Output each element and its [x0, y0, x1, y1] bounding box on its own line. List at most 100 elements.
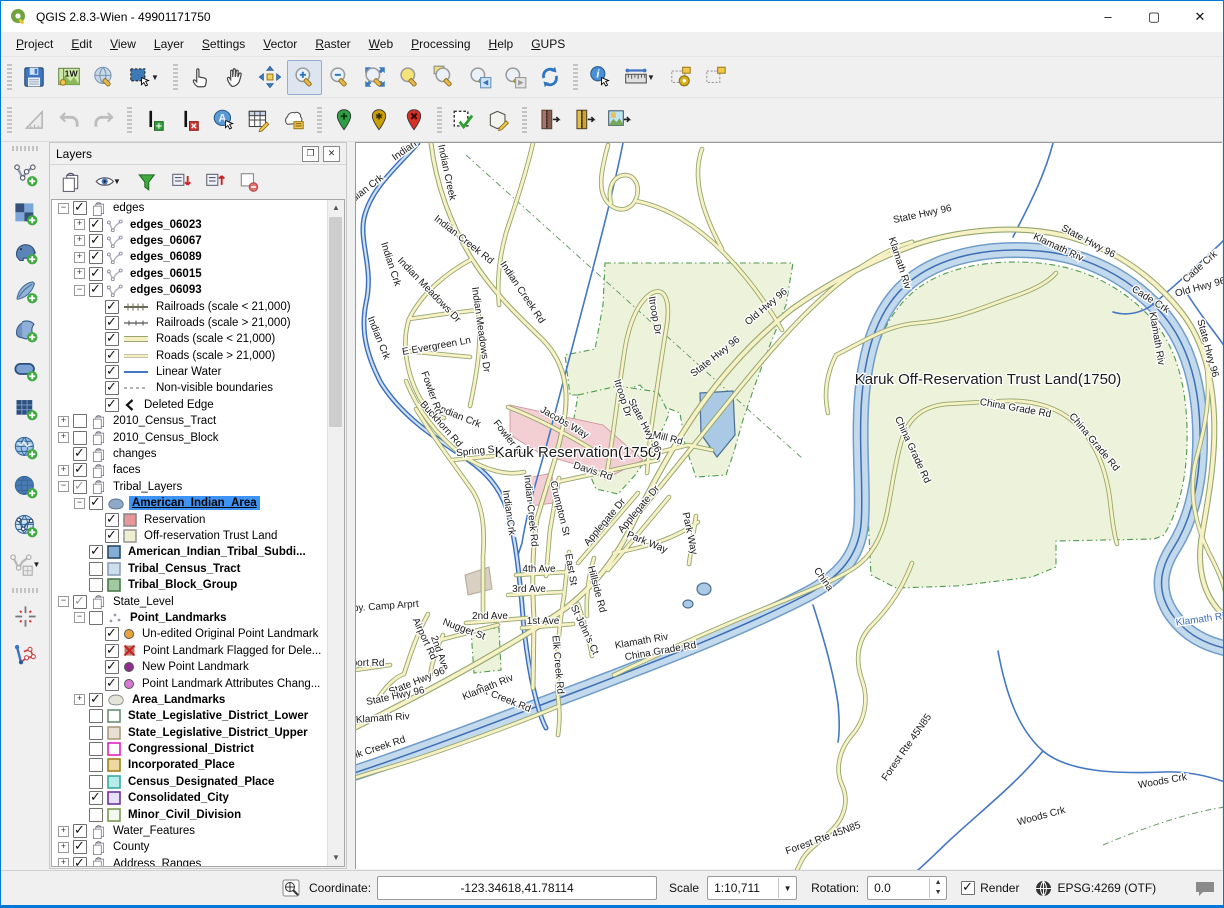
map-canvas[interactable]: IndianIndian CreekIndian CrkIndian CrkIn… [355, 142, 1222, 869]
annotation-button[interactable]: A [206, 102, 241, 137]
add-wms-layer-button[interactable] [8, 430, 43, 465]
log-messages-icon[interactable] [1194, 880, 1216, 897]
layer-row-county[interactable]: +✓County [52, 839, 328, 855]
layer-row-edges-06089[interactable]: +✓edges_06089 [52, 249, 328, 265]
panel-splitter[interactable] [347, 142, 355, 869]
redo-button[interactable] [86, 102, 121, 137]
layer-row-2010-census-tract[interactable]: +2010_Census_Tract [52, 413, 328, 429]
maptip-button[interactable] [698, 60, 733, 95]
layer-visibility-checkbox[interactable]: ✓ [105, 316, 119, 330]
add-spatialite-layer-button[interactable] [8, 274, 43, 309]
scale-combobox[interactable]: 1:10,711▼ [707, 876, 797, 900]
tree-expander-icon[interactable]: + [58, 842, 69, 853]
layer-visibility-checkbox[interactable]: ✓ [105, 300, 119, 314]
layer-row-linear-water[interactable]: ✓Linear Water [52, 364, 328, 380]
layer-row-minor-civil-division[interactable]: Minor_Civil_Division [52, 806, 328, 822]
layer-visibility-checkbox[interactable]: ✓ [73, 857, 87, 866]
collapse-all-button[interactable] [204, 171, 225, 192]
layer-row-edges-06023[interactable]: +✓edges_06023 [52, 216, 328, 232]
manage-visibility-button[interactable]: ▼ [94, 171, 123, 192]
tree-expander-icon[interactable]: − [58, 203, 69, 214]
layer-visibility-checkbox[interactable]: ✓ [89, 250, 103, 264]
tree-expander-icon[interactable]: + [58, 416, 69, 427]
layer-visibility-checkbox[interactable]: ✓ [89, 496, 103, 510]
menu-web[interactable]: Web [360, 34, 402, 54]
export-zip-button[interactable] [566, 102, 601, 137]
tree-expander-icon[interactable]: + [74, 694, 85, 705]
layer-row-deleted-edge[interactable]: ✓Deleted Edge [52, 397, 328, 413]
add-wfs-layer-button[interactable] [8, 508, 43, 543]
layer-visibility-checkbox[interactable]: ✓ [89, 283, 103, 297]
zoom-to-selection-button[interactable] [392, 60, 427, 95]
layer-row-faces[interactable]: +✓faces [52, 462, 328, 478]
layer-visibility-checkbox[interactable]: ✓ [89, 693, 103, 707]
modify-point-landmark-button[interactable] [361, 102, 396, 137]
expand-all-button[interactable] [170, 171, 191, 192]
maptip-settings-button[interactable] [663, 60, 698, 95]
layer-visibility-checkbox[interactable]: ✓ [105, 398, 119, 412]
save-button[interactable] [16, 60, 51, 95]
coordinate-input[interactable]: -123.34618,41.78114 [377, 876, 657, 900]
layer-visibility-checkbox[interactable] [89, 611, 103, 625]
layer-row-point-landmarks[interactable]: −Point_Landmarks [52, 610, 328, 626]
add-vector-layer-button[interactable] [8, 157, 43, 192]
panel-close-icon[interactable]: ✕ [323, 146, 340, 162]
tree-expander-icon[interactable]: + [74, 219, 85, 230]
undo-button[interactable] [51, 102, 86, 137]
tree-expander-icon[interactable]: + [58, 465, 69, 476]
layer-row-water-features[interactable]: +✓Water_Features [52, 823, 328, 839]
tree-expander-icon[interactable]: + [58, 826, 69, 837]
layer-visibility-checkbox[interactable]: ✓ [105, 677, 119, 691]
layer-visibility-checkbox[interactable]: ✓ [105, 349, 119, 363]
coordinate-capture-icon[interactable] [282, 879, 301, 898]
add-point-landmark-button[interactable] [326, 102, 361, 137]
layer-visibility-checkbox[interactable]: ✓ [73, 201, 87, 215]
layer-row-state-legislative-district-upper[interactable]: State_Legislative_District_Upper [52, 725, 328, 741]
zoom-out-button[interactable] [322, 60, 357, 95]
add-raster-layer-button[interactable] [8, 196, 43, 231]
layer-visibility-checkbox[interactable] [89, 758, 103, 772]
layer-visibility-checkbox[interactable]: ✓ [89, 545, 103, 559]
layer-row-tribal-layers[interactable]: −✓Tribal_Layers [52, 479, 328, 495]
menu-project[interactable]: Project [7, 34, 62, 54]
layer-visibility-checkbox[interactable] [89, 808, 103, 822]
layer-visibility-checkbox[interactable] [73, 414, 87, 428]
layer-row-address-ranges[interactable]: +✓Address_Ranges [52, 856, 328, 866]
layer-row-changes[interactable]: ✓changes [52, 446, 328, 462]
new-map-1w-button[interactable]: 1W [51, 60, 86, 95]
layer-visibility-checkbox[interactable]: ✓ [73, 463, 87, 477]
layer-row-edges-06093[interactable]: −✓edges_06093 [52, 282, 328, 298]
layer-row-state-level[interactable]: −✓State_Level [52, 593, 328, 609]
layer-visibility-checkbox[interactable]: ✓ [89, 234, 103, 248]
layer-row-congressional-district[interactable]: Congressional_District [52, 741, 328, 757]
layer-row-incorporated-place[interactable]: Incorporated_Place [52, 757, 328, 773]
maximize-button[interactable]: ▢ [1131, 1, 1177, 32]
label-feature-button[interactable] [276, 102, 311, 137]
menu-layer[interactable]: Layer [145, 34, 193, 54]
layer-row-state-legislative-district-lower[interactable]: State_Legislative_District_Lower [52, 708, 328, 724]
menu-vector[interactable]: Vector [254, 34, 306, 54]
menu-edit[interactable]: Edit [62, 34, 101, 54]
minimize-button[interactable]: – [1085, 1, 1131, 32]
layer-visibility-checkbox[interactable]: ✓ [73, 480, 87, 494]
layer-visibility-checkbox[interactable] [89, 775, 103, 789]
validate-area-button[interactable] [446, 102, 481, 137]
layer-visibility-checkbox[interactable]: ✓ [73, 824, 87, 838]
menu-help[interactable]: Help [480, 34, 523, 54]
layer-visibility-checkbox[interactable]: ✓ [73, 447, 87, 461]
zoom-full-button[interactable] [357, 60, 392, 95]
refresh-button[interactable] [532, 60, 567, 95]
add-postgis-layer-button[interactable] [8, 235, 43, 270]
layer-row-area-landmarks[interactable]: +✓Area_Landmarks [52, 692, 328, 708]
identify-features-button[interactable]: i [582, 60, 617, 95]
filter-legend-button[interactable] [136, 171, 157, 192]
layer-visibility-checkbox[interactable]: ✓ [105, 332, 119, 346]
remove-layer-button[interactable] [238, 171, 259, 192]
layer-row-new-point-landmark[interactable]: ✓New Point Landmark [52, 659, 328, 675]
layer-visibility-checkbox[interactable]: ✓ [89, 791, 103, 805]
tree-expander-icon[interactable]: − [74, 498, 85, 509]
zoom-last-button[interactable] [462, 60, 497, 95]
layer-row-2010-census-block[interactable]: +2010_Census_Block [52, 429, 328, 445]
layer-row-off-reservation-trust-land[interactable]: ✓Off-reservation Trust Land [52, 528, 328, 544]
layer-visibility-checkbox[interactable] [89, 726, 103, 740]
